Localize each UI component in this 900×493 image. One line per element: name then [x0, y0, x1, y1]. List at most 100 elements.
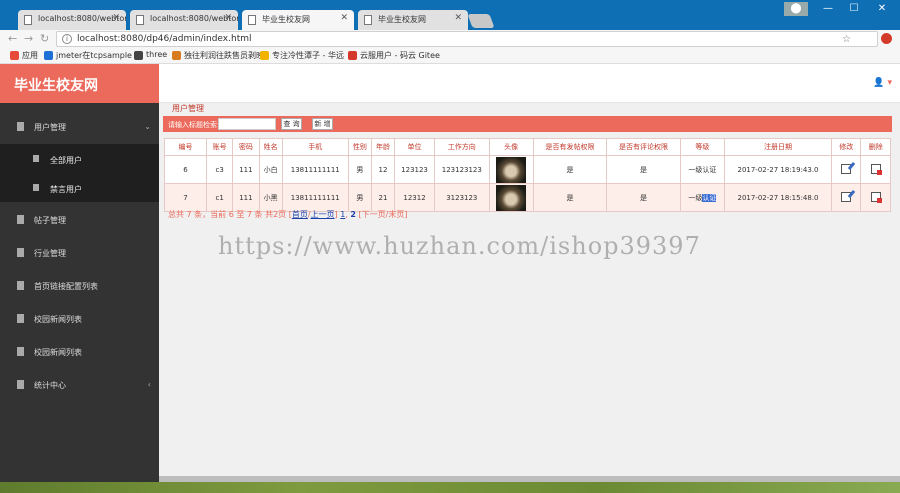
cell-phone: 13811111111 [281, 183, 349, 212]
col-header: 账号 [206, 138, 234, 156]
col-header: 头像 [488, 138, 534, 156]
level-text: 一级认证 [688, 193, 717, 202]
sidebar-item-banned-users[interactable]: 禁言用户 [0, 173, 159, 202]
pager-page-1[interactable]: 1 [340, 210, 345, 219]
pager-last: 末页 [388, 210, 405, 219]
delete-icon[interactable] [870, 163, 882, 175]
page-icon [364, 15, 372, 25]
file-icon [17, 281, 24, 290]
browser-tab-4[interactable]: 毕业生校友网 ✕ [358, 10, 468, 30]
bookmark-5[interactable]: 专注冷性潭子 - 华远 [260, 50, 344, 61]
col-header: 是否有发帖权限 [532, 138, 608, 156]
cell-phone: 13811111111 [281, 155, 349, 184]
file-icon [17, 248, 24, 257]
page-icon [24, 15, 32, 25]
cell-register-date: 2017-02-27 18:19:43.0 [723, 155, 833, 184]
sidebar-item-user-management[interactable]: 用户管理 ⌄ [0, 111, 159, 144]
query-button[interactable]: 查 询 [281, 118, 302, 130]
address-bar-row: ← → ↻ i localhost:8080/dp46/admin/index.… [0, 30, 900, 48]
extension-icon[interactable] [881, 33, 892, 44]
table-header-row: 编号 账号 密码 姓名 手机 性别 年龄 单位 工作方向 头像 是否有发帖权限 … [163, 138, 891, 156]
table-row: 6 c3 111 小白 13811111111 男 12 123123 1231… [163, 155, 891, 184]
paw-icon [260, 51, 269, 60]
bookmark-4[interactable]: 独往利润往跌售员剥映 [172, 50, 264, 61]
avatar[interactable] [496, 184, 527, 211]
level-text-selected: 认证 [702, 193, 717, 202]
cell-register-date: 2017-02-27 18:15:48.0 [723, 183, 833, 212]
user-icon[interactable]: 👤 ▾ [873, 78, 892, 88]
pager-next: 下一页 [361, 210, 386, 219]
pager-prev-link[interactable]: 上一页 [311, 210, 335, 219]
pager-current-page: 2 [350, 210, 356, 219]
cell-avatar [488, 183, 534, 212]
browser-tab-1[interactable]: localhost:8080/webtor ✕ [18, 10, 126, 30]
close-icon[interactable]: ✕ [454, 13, 462, 23]
cell-work-direction: 123123123 [433, 155, 490, 184]
edit-icon[interactable] [841, 163, 852, 174]
cell-name: 小白 [258, 155, 283, 184]
cell-post-permission: 是 [532, 183, 608, 212]
file-icon [17, 122, 24, 131]
col-header: 手机 [281, 138, 349, 156]
info-icon[interactable]: i [62, 34, 72, 44]
file-icon [17, 347, 24, 356]
back-icon[interactable]: ← [8, 32, 17, 45]
cell-level: 一级认证 [679, 155, 725, 184]
brand-logo[interactable]: 毕业生校友网 [0, 64, 159, 103]
sidebar-item-homepage-links[interactable]: 首页链接配置列表 [0, 270, 159, 303]
page-icon [136, 15, 144, 25]
sidebar-item-posts[interactable]: 帖子管理 [0, 204, 159, 237]
cell-edit [831, 155, 862, 184]
sidebar-item-all-users[interactable]: 全部用户 [0, 144, 159, 173]
cell-account: c1 [206, 183, 234, 212]
avatar[interactable] [496, 156, 527, 183]
col-header: 编号 [163, 138, 208, 156]
search-label: 请输入标题检索: [168, 121, 220, 129]
col-header: 删除 [860, 138, 891, 156]
close-icon[interactable]: ✕ [224, 13, 232, 23]
pager-summary: 总共 7 条，当前 6 至 7 条 共2页 [168, 210, 287, 219]
top-header: 👤 ▾ [159, 64, 900, 103]
watermark: https://www.huzhan.com/ishop39397 [218, 232, 701, 260]
profile-icon[interactable]: ⬤ [784, 2, 808, 16]
forward-icon[interactable]: → [24, 32, 33, 45]
url-input[interactable]: i localhost:8080/dp46/admin/index.html ☆ [56, 31, 878, 47]
browser-tab-3[interactable]: 毕业生校友网 ✕ [242, 10, 354, 30]
chevron-down-icon: ⌄ [144, 122, 151, 131]
gitee-icon [348, 51, 357, 60]
sidebar-item-news-1[interactable]: 校园新闻列表 [0, 303, 159, 336]
sidebar-item-news-2[interactable]: 校园新闻列表 [0, 336, 159, 369]
page-icon [248, 15, 256, 25]
window-close-icon[interactable]: ✕ [870, 2, 894, 16]
cell-password: 111 [232, 155, 260, 184]
bookmark-star-icon[interactable]: ☆ [842, 34, 851, 45]
maximize-icon[interactable]: ☐ [842, 2, 866, 16]
search-input[interactable] [218, 118, 276, 130]
browser-tab-2[interactable]: localhost:8080/webtor ✕ [130, 10, 238, 30]
col-header: 年龄 [370, 138, 396, 156]
bookmark-gitee[interactable]: 云服用户 - 码云 Gitee [348, 50, 440, 61]
close-icon[interactable]: ✕ [112, 13, 120, 23]
pager-first-link[interactable]: 首页 [292, 210, 308, 219]
bookmark-apps[interactable]: 应用 [10, 50, 38, 61]
file-icon [17, 380, 24, 389]
col-header: 单位 [394, 138, 435, 156]
add-button[interactable]: 新 增 [312, 118, 333, 130]
reload-icon[interactable]: ↻ [40, 32, 49, 45]
sidebar-item-industry[interactable]: 行业管理 [0, 237, 159, 270]
browser-tab-title: 毕业生校友网 [262, 15, 310, 24]
delete-icon[interactable] [870, 191, 882, 203]
close-icon[interactable]: ✕ [340, 13, 348, 23]
bookmark-three[interactable]: three [134, 50, 167, 60]
cell-delete [860, 155, 891, 184]
bookmark-jmeter[interactable]: jmeter在tcpsample [44, 50, 132, 61]
cell-password: 111 [232, 183, 260, 212]
new-tab-button[interactable] [467, 14, 495, 28]
cell-account: c3 [206, 155, 234, 184]
edit-icon[interactable] [841, 191, 852, 202]
sidebar-item-stats[interactable]: 统计中心 ‹ [0, 369, 159, 402]
cell-edit [831, 183, 862, 212]
cell-unit: 123123 [394, 155, 435, 184]
file-icon [33, 184, 39, 191]
minimize-icon[interactable]: — [816, 2, 840, 16]
